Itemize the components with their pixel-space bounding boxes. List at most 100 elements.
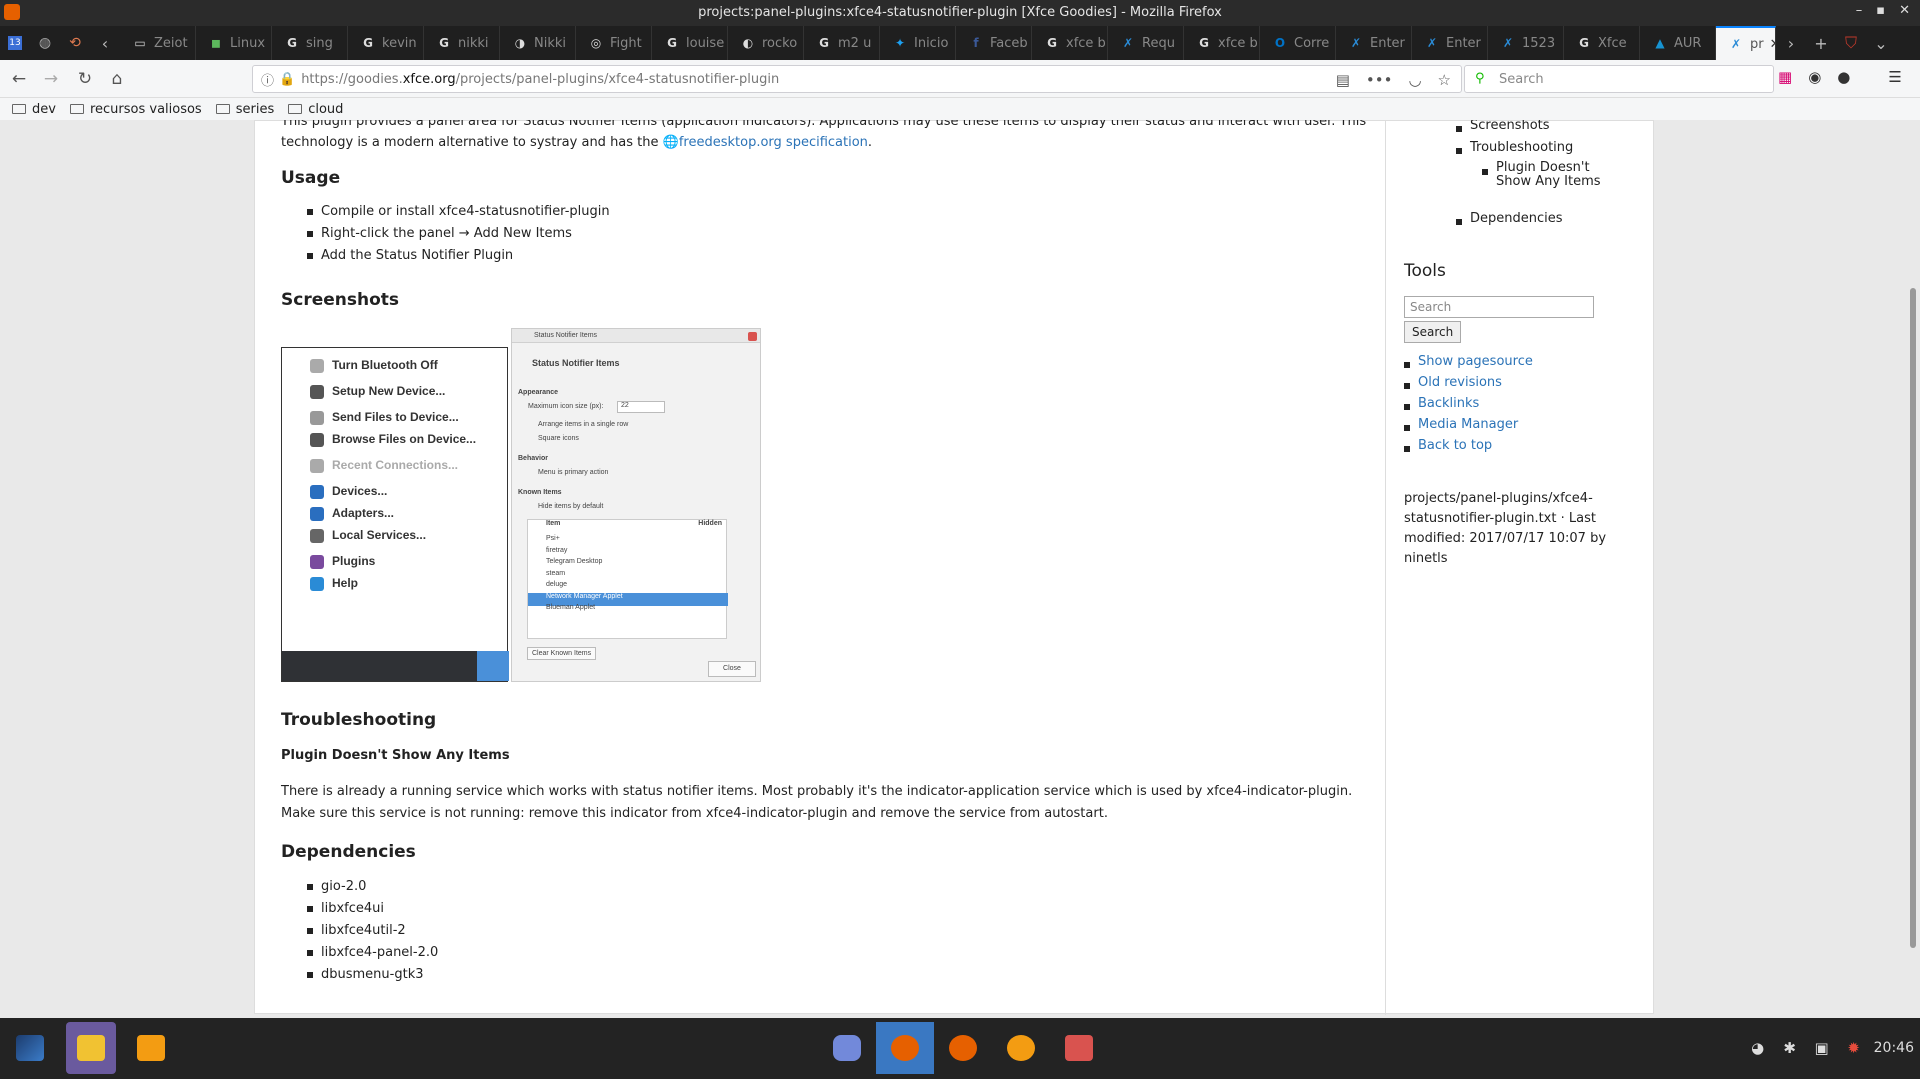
discord-task[interactable] bbox=[822, 1022, 872, 1074]
toc-troubleshooting[interactable]: Troubleshooting bbox=[1456, 140, 1573, 162]
tab-10[interactable]: ✦ Inicio bbox=[880, 26, 956, 60]
tools-link[interactable]: Media Manager bbox=[1418, 417, 1518, 432]
tab-9[interactable]: Gm2 u bbox=[804, 26, 880, 60]
folder-icon bbox=[77, 1035, 105, 1061]
url-bar[interactable]: ⓘ 🔒 https://goodies.xfce.org/projects/pa… bbox=[252, 65, 1462, 93]
maximize-icon[interactable]: ▪ bbox=[1876, 3, 1885, 18]
pocket-icon[interactable]: ◡ bbox=[1408, 71, 1421, 89]
pinned-globe-tab[interactable]: ◍ bbox=[30, 26, 60, 60]
firefox-task[interactable] bbox=[938, 1022, 988, 1074]
tab-label: 1523 bbox=[1522, 35, 1556, 51]
pinned-app-tab[interactable]: ⟲ bbox=[60, 26, 90, 60]
tab-18[interactable]: ✗ 1523 bbox=[1488, 26, 1564, 60]
new-tab-icon[interactable]: + bbox=[1806, 34, 1836, 53]
tools-link[interactable]: Show pagesource bbox=[1418, 354, 1533, 369]
google-icon: G bbox=[1579, 36, 1589, 50]
minimize-icon[interactable]: – bbox=[1856, 3, 1863, 18]
close-window-icon[interactable]: ✕ bbox=[1899, 3, 1910, 18]
dialog-title: Status Notifier Items bbox=[532, 358, 620, 368]
sidebar-search-input[interactable]: Search bbox=[1404, 296, 1594, 318]
tab-14[interactable]: Gxfce b bbox=[1184, 26, 1260, 60]
tab-7[interactable]: Glouise bbox=[652, 26, 728, 60]
tab-13[interactable]: ✗ Requ bbox=[1108, 26, 1184, 60]
reader-view-icon[interactable]: ▤ bbox=[1336, 71, 1350, 89]
files-launcher[interactable] bbox=[66, 1022, 116, 1074]
tools-link-item[interactable]: Backlinks bbox=[1404, 396, 1533, 417]
search-input[interactable]: ⚲ Search bbox=[1464, 65, 1774, 93]
menu-item-icon bbox=[310, 577, 324, 591]
scroll-tabs-left-icon[interactable]: ‹ bbox=[90, 34, 120, 53]
tab-11[interactable]: f Faceb bbox=[956, 26, 1032, 60]
tab-19[interactable]: G Xfce bbox=[1564, 26, 1640, 60]
tab-0[interactable]: ▭ Zeiot bbox=[120, 26, 196, 60]
image-viewer-icon bbox=[1065, 1035, 1093, 1061]
home-icon[interactable]: ⌂ bbox=[104, 67, 130, 91]
menu-icon[interactable]: ☰ bbox=[1888, 68, 1901, 86]
presentation-launcher[interactable] bbox=[126, 1022, 176, 1074]
page-scrollbar[interactable] bbox=[1906, 120, 1920, 1018]
tab-1[interactable]: ◼ Linux bbox=[196, 26, 272, 60]
forward-icon[interactable]: → bbox=[38, 67, 64, 91]
page-actions-icon[interactable]: ••• bbox=[1366, 71, 1393, 89]
scroll-tabs-right-icon[interactable]: › bbox=[1776, 34, 1806, 53]
reload-icon[interactable]: ↻ bbox=[72, 67, 98, 91]
toc-screenshots[interactable]: Screenshots bbox=[1456, 120, 1573, 140]
wiki-page: This plugin provides a panel area for St… bbox=[254, 120, 1654, 1015]
bookmark-folder-3[interactable]: cloud bbox=[288, 102, 343, 117]
gnome-extension-icon[interactable]: ◉ bbox=[1808, 68, 1821, 86]
updates-tray-icon[interactable]: ✹ bbox=[1842, 1036, 1866, 1060]
tab-6[interactable]: ◎ Fight bbox=[576, 26, 652, 60]
bookmark-folder-0[interactable]: dev bbox=[12, 102, 56, 117]
toc-dependencies[interactable]: Dependencies bbox=[1456, 211, 1563, 233]
toc-plugin-doesnt-show[interactable]: Plugin Doesn't Show Any Items bbox=[1482, 161, 1601, 191]
bookmark-folder-1[interactable]: recursos valiosos bbox=[69, 102, 202, 117]
screenshot-image[interactable]: Turn Bluetooth Off Setup New Device... Sen… bbox=[281, 328, 761, 682]
bookmark-folder-2[interactable]: series bbox=[215, 102, 274, 117]
window-controls: – ▪ ✕ bbox=[1856, 3, 1910, 18]
tab-15[interactable]: O Corre bbox=[1260, 26, 1336, 60]
navigation-toolbar: ← → ↻ ⌂ ⓘ 🔒 https://goodies.xfce.org/pro… bbox=[0, 60, 1920, 98]
back-icon[interactable]: ← bbox=[6, 67, 32, 91]
info-icon[interactable]: ⓘ bbox=[261, 70, 274, 89]
start-menu-button[interactable] bbox=[4, 1022, 56, 1074]
tab-2[interactable]: Gsing bbox=[272, 26, 348, 60]
network-tray-icon[interactable]: ▣ bbox=[1810, 1036, 1834, 1060]
dialog-header: Status Notifier Items bbox=[512, 329, 760, 343]
tools-link[interactable]: Back to top bbox=[1418, 438, 1492, 453]
tools-link[interactable]: Backlinks bbox=[1418, 396, 1479, 411]
tab-8[interactable]: ◐ rocko bbox=[728, 26, 804, 60]
google-icon: G bbox=[667, 36, 677, 50]
trouble-subheading: Plugin Doesn't Show Any Items bbox=[281, 748, 510, 763]
tab-active[interactable]: ✗ pr ✕ bbox=[1716, 26, 1776, 60]
tools-link-item[interactable]: Old revisions bbox=[1404, 375, 1533, 396]
tab-3[interactable]: Gkevin bbox=[348, 26, 424, 60]
viewer-task[interactable] bbox=[1054, 1022, 1104, 1074]
tab-20[interactable]: ▲ AUR bbox=[1640, 26, 1716, 60]
app-task[interactable] bbox=[996, 1022, 1046, 1074]
bookmark-star-icon[interactable]: ☆ bbox=[1438, 71, 1451, 89]
tab-list-menu-icon[interactable]: ⌄ bbox=[1866, 34, 1896, 53]
firefox-task-active[interactable] bbox=[876, 1022, 934, 1074]
tab-16[interactable]: ✗ Enter bbox=[1336, 26, 1412, 60]
dark-extension-icon[interactable]: ● bbox=[1837, 68, 1850, 86]
folder-icon bbox=[288, 104, 303, 114]
behavior-label: Behavior bbox=[518, 455, 548, 462]
pinned-calendar-tab[interactable]: 13 bbox=[0, 26, 30, 60]
tools-link-item[interactable]: Show pagesource bbox=[1404, 354, 1533, 375]
grid-extension-icon[interactable]: ▦ bbox=[1778, 68, 1792, 86]
tools-link[interactable]: Old revisions bbox=[1418, 375, 1502, 390]
tools-link-item[interactable]: Media Manager bbox=[1404, 417, 1533, 438]
ublock-icon[interactable]: ⛉ bbox=[1836, 33, 1866, 53]
dependency-item: gio-2.0 bbox=[307, 876, 438, 898]
scrollbar-thumb[interactable] bbox=[1910, 288, 1916, 948]
freedesktop-link[interactable]: freedesktop.org specification bbox=[679, 135, 868, 150]
tab-12[interactable]: Gxfce b bbox=[1032, 26, 1108, 60]
sidebar-search-button[interactable]: Search bbox=[1404, 321, 1462, 343]
tab-17[interactable]: ✗ Enter bbox=[1412, 26, 1488, 60]
discord-tray-icon[interactable]: ◕ bbox=[1746, 1036, 1770, 1060]
tab-5[interactable]: ◑ Nikki bbox=[500, 26, 576, 60]
tools-link-item[interactable]: Back to top bbox=[1404, 438, 1533, 459]
bluetooth-tray-icon[interactable]: ✱ bbox=[1778, 1036, 1802, 1060]
tab-4[interactable]: Gnikki bbox=[424, 26, 500, 60]
facebook-icon: f bbox=[973, 36, 979, 50]
